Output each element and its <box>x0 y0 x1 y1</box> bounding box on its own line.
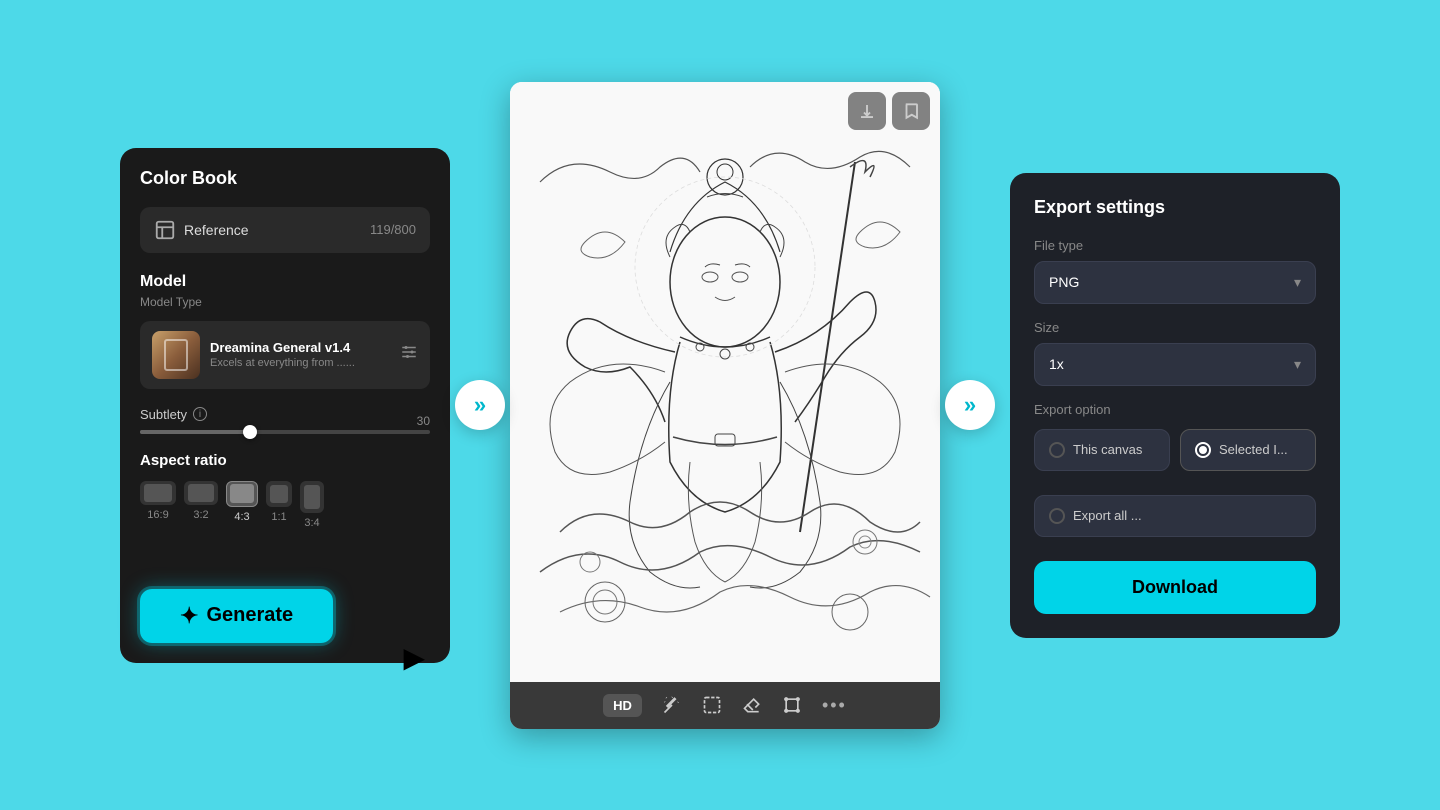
subtlety-slider[interactable]: 30 <box>140 430 430 434</box>
line-art-illustration <box>510 82 940 682</box>
export-option-label: Export option <box>1034 402 1316 417</box>
this-canvas-label: This canvas <box>1073 442 1142 457</box>
reference-icon <box>154 219 176 241</box>
export-panel: Export settings File type PNG ▾ Size 1x … <box>1010 173 1340 638</box>
magic-tool-icon[interactable] <box>662 695 682 715</box>
aspect-4-3[interactable]: 4:3 <box>226 481 258 529</box>
model-description: Excels at everything from ...... <box>210 357 390 369</box>
left-double-arrow: » <box>455 380 505 430</box>
canvas-download-icon[interactable] <box>848 92 886 130</box>
aspect-1-1[interactable]: 1:1 <box>266 481 292 529</box>
export-title: Export settings <box>1034 197 1316 218</box>
canvas-image <box>510 82 940 682</box>
generate-button[interactable]: ✦ Generate <box>140 589 333 643</box>
model-card[interactable]: Dreamina General v1.4 Excels at everythi… <box>140 321 430 389</box>
eraser-tool-icon[interactable] <box>742 695 762 715</box>
export-all-option[interactable]: Export all ... <box>1034 495 1316 537</box>
canvas-wrapper: HD <box>510 82 940 729</box>
model-info: Dreamina General v1.4 Excels at everythi… <box>210 340 390 369</box>
model-settings-icon[interactable] <box>400 343 418 366</box>
canvas-top-bar <box>848 92 930 130</box>
size-chevron: ▾ <box>1294 356 1301 373</box>
aspect-16-9[interactable]: 16:9 <box>140 481 176 529</box>
hd-badge[interactable]: HD <box>603 694 642 717</box>
size-value: 1x <box>1049 356 1064 372</box>
left-panel: Color Book Reference 119/800 Model Model… <box>120 148 450 663</box>
aspect-3-2[interactable]: 3:2 <box>184 481 218 529</box>
model-name: Dreamina General v1.4 <box>210 340 390 355</box>
export-selected[interactable]: Selected I... <box>1180 429 1316 471</box>
aspect-ratio-grid: 16:9 3:2 4:3 1:1 <box>140 481 430 529</box>
export-all-radio <box>1049 508 1065 524</box>
model-thumbnail <box>152 331 200 379</box>
generate-star-icon: ✦ <box>180 603 198 629</box>
this-canvas-radio <box>1049 442 1065 458</box>
subtlety-row: Subtlety i <box>140 407 430 422</box>
cursor-arrow: ▶ <box>403 641 425 675</box>
file-type-select[interactable]: PNG ▾ <box>1034 261 1316 304</box>
file-type-label: File type <box>1034 238 1316 253</box>
more-options-icon[interactable]: ••• <box>822 695 847 716</box>
file-type-chevron: ▾ <box>1294 274 1301 291</box>
aspect-3-4[interactable]: 3:4 <box>300 481 324 529</box>
reference-box[interactable]: Reference 119/800 <box>140 207 430 253</box>
subtlety-label: Subtlety <box>140 407 187 422</box>
select-tool-icon[interactable] <box>702 695 722 715</box>
transform-tool-icon[interactable] <box>782 695 802 715</box>
reference-count: 119/800 <box>370 222 416 237</box>
aspect-ratio-label: Aspect ratio <box>140 452 430 469</box>
main-layout: Color Book Reference 119/800 Model Model… <box>120 45 1320 765</box>
panel-title: Color Book <box>140 168 430 189</box>
left-arrow-connector: » <box>450 380 510 430</box>
subtlety-info-icon[interactable]: i <box>193 407 207 421</box>
selected-radio <box>1195 442 1211 458</box>
download-button[interactable]: Download <box>1034 561 1316 614</box>
model-section-title: Model <box>140 273 430 291</box>
canvas-bottom-bar: HD <box>510 682 940 729</box>
export-this-canvas[interactable]: This canvas <box>1034 429 1170 471</box>
generate-label: Generate <box>206 604 293 627</box>
right-arrow-connector: » <box>940 380 1000 430</box>
center-panel: HD <box>510 82 940 729</box>
export-options-grid: This canvas Selected I... <box>1034 429 1316 471</box>
right-double-arrow: » <box>945 380 995 430</box>
selected-label: Selected I... <box>1219 442 1288 457</box>
file-type-value: PNG <box>1049 274 1079 290</box>
size-label: Size <box>1034 320 1316 335</box>
slider-value: 30 <box>417 414 430 428</box>
size-select[interactable]: 1x ▾ <box>1034 343 1316 386</box>
canvas-bookmark-icon[interactable] <box>892 92 930 130</box>
model-type-label: Model Type <box>140 295 430 309</box>
reference-label: Reference <box>184 222 249 238</box>
export-all-label: Export all ... <box>1073 508 1142 523</box>
